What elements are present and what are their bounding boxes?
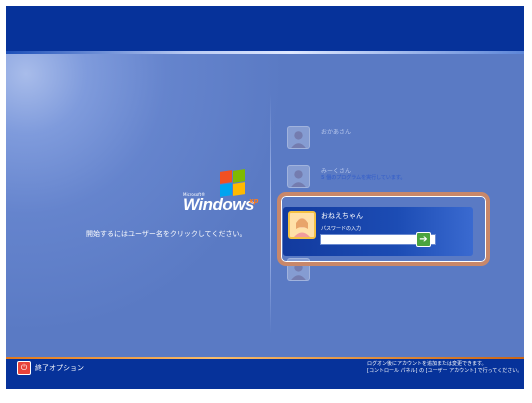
shutdown-options-button[interactable]: ⏻ 終了オプション bbox=[17, 361, 84, 375]
user-status: 5 個のプログラムを実行しています。 bbox=[321, 175, 406, 181]
power-icon: ⏻ bbox=[17, 361, 31, 375]
top-bar bbox=[6, 6, 524, 51]
center-divider bbox=[270, 94, 271, 334]
windows-xp-logo: Microsoft® Windows xp bbox=[183, 169, 263, 230]
help-text: ログオン後にアカウントを追加または変更できます。 [コントロール パネル] の … bbox=[367, 361, 522, 375]
user-name: おかあさん bbox=[321, 129, 352, 136]
instruction-text: 開始するにはユーザー名をクリックしてください。 bbox=[86, 230, 247, 238]
user-avatar bbox=[287, 165, 310, 188]
user-avatar bbox=[287, 126, 310, 149]
help-line-2: [コントロール パネル] の [ユーザー アカウント] で行ってください。 bbox=[367, 368, 523, 374]
xp-text: xp bbox=[249, 197, 259, 205]
shutdown-label: 終了オプション bbox=[35, 364, 84, 372]
help-line-1: ログオン後にアカウントを追加または変更できます。 bbox=[367, 361, 487, 367]
windows-flag-icon bbox=[219, 169, 245, 197]
windows-text: Windows bbox=[183, 195, 254, 214]
highlight-frame bbox=[277, 192, 490, 266]
